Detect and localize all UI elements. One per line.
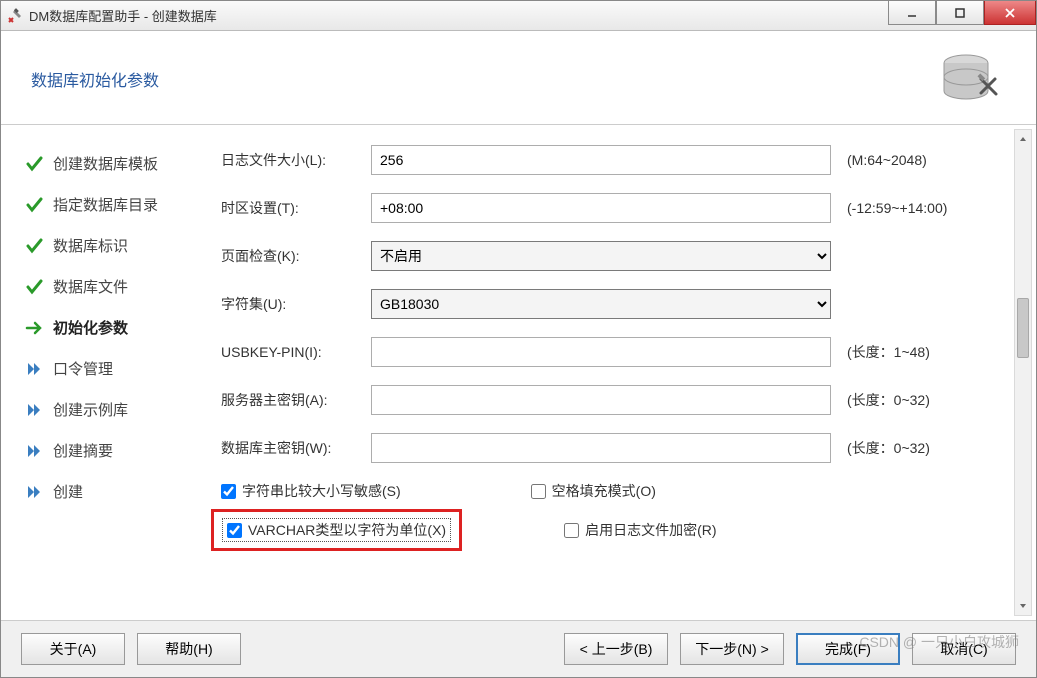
maximize-button[interactable] [936,1,984,25]
forward-icon [25,360,43,378]
forward-icon [25,483,43,501]
check-label: VARCHAR类型以字符为单位(X) [248,520,446,540]
titlebar: DM数据库配置助手 - 创建数据库 [1,1,1036,31]
step-create-template[interactable]: 创建数据库模板 [25,143,201,184]
main-area: 创建数据库模板 指定数据库目录 数据库标识 数据库文件 初始化参数 口令管理 [1,125,1036,621]
input-db-key[interactable] [371,433,831,463]
row-db-key: 数据库主密钥(W): (长度：0~32) [221,433,998,463]
check-icon [25,237,43,255]
step-label: 创建 [53,481,83,502]
row-charset: 字符集(U): GB18030 [221,289,998,319]
cancel-button[interactable]: 取消(C) [912,633,1016,665]
window-title: DM数据库配置助手 - 创建数据库 [29,6,888,25]
step-sample-db[interactable]: 创建示例库 [25,389,201,430]
check-icon [25,278,43,296]
row-log-size: 日志文件大小(L): (M:64~2048) [221,145,998,175]
hint-log-size: (M:64~2048) [847,152,927,168]
step-label: 初始化参数 [53,317,128,338]
label-server-key: 服务器主密钥(A): [221,390,361,410]
wizard-footer: 关于(A) 帮助(H) < 上一步(B) 下一步(N) > 完成(F) 取消(C… [1,621,1036,677]
step-label: 数据库文件 [53,276,128,297]
help-button[interactable]: 帮助(H) [137,633,241,665]
checkbox-row-1: 字符串比较大小写敏感(S) 空格填充模式(O) [221,481,998,501]
select-charset[interactable]: GB18030 [371,289,831,319]
row-timezone: 时区设置(T): (-12:59~+14:00) [221,193,998,223]
page-header: 数据库初始化参数 [1,31,1036,125]
step-label: 口令管理 [53,358,113,379]
vertical-scrollbar[interactable] [1014,129,1032,616]
checkbox-log-encrypt[interactable] [564,523,579,538]
label-timezone: 时区设置(T): [221,198,361,218]
wizard-steps: 创建数据库模板 指定数据库目录 数据库标识 数据库文件 初始化参数 口令管理 [1,125,211,620]
label-charset: 字符集(U): [221,294,361,314]
check-case-sensitive[interactable]: 字符串比较大小写敏感(S) [221,481,401,501]
forward-icon [25,401,43,419]
scroll-down-arrow-icon[interactable] [1015,597,1031,615]
label-log-size: 日志文件大小(L): [221,150,361,170]
row-page-check: 页面检查(K): 不启用 [221,241,998,271]
hint-server-key: (长度：0~32) [847,390,930,410]
label-page-check: 页面检查(K): [221,246,361,266]
row-usbkey: USBKEY-PIN(I): (长度：1~48) [221,337,998,367]
check-varchar-char[interactable]: VARCHAR类型以字符为单位(X) [222,518,451,542]
input-log-size[interactable] [371,145,831,175]
step-label: 指定数据库目录 [53,194,158,215]
step-label: 创建示例库 [53,399,128,420]
content-panel: 日志文件大小(L): (M:64~2048) 时区设置(T): (-12:59~… [211,125,1036,620]
check-icon [25,155,43,173]
check-label: 字符串比较大小写敏感(S) [242,481,401,501]
forward-icon [25,442,43,460]
input-usbkey[interactable] [371,337,831,367]
minimize-button[interactable] [888,1,936,25]
step-db-files[interactable]: 数据库文件 [25,266,201,307]
check-label: 启用日志文件加密(R) [585,520,716,540]
prev-button[interactable]: < 上一步(B) [564,633,668,665]
checkbox-case-sensitive[interactable] [221,484,236,499]
hint-db-key: (长度：0~32) [847,438,930,458]
step-db-identity[interactable]: 数据库标识 [25,225,201,266]
scroll-thumb[interactable] [1017,298,1029,358]
scroll-track[interactable] [1015,148,1031,597]
app-window: DM数据库配置助手 - 创建数据库 数据库初始化参数 创建数据库模板 [0,0,1037,678]
next-button[interactable]: 下一步(N) > [680,633,784,665]
step-summary[interactable]: 创建摘要 [25,430,201,471]
step-label: 创建摘要 [53,440,113,461]
check-label: 空格填充模式(O) [552,481,656,501]
step-label: 数据库标识 [53,235,128,256]
row-server-key: 服务器主密钥(A): (长度：0~32) [221,385,998,415]
checkbox-varchar-char[interactable] [227,523,242,538]
page-title: 数据库初始化参数 [31,67,936,91]
scroll-up-arrow-icon[interactable] [1015,130,1031,148]
select-page-check[interactable]: 不启用 [371,241,831,271]
checkbox-blank-pad[interactable] [531,484,546,499]
about-button[interactable]: 关于(A) [21,633,125,665]
database-icon [936,51,1006,106]
arrow-right-icon [25,319,43,337]
app-icon [7,8,23,24]
step-db-directory[interactable]: 指定数据库目录 [25,184,201,225]
check-icon [25,196,43,214]
hint-timezone: (-12:59~+14:00) [847,200,947,216]
step-init-params[interactable]: 初始化参数 [25,307,201,348]
input-timezone[interactable] [371,193,831,223]
input-server-key[interactable] [371,385,831,415]
step-label: 创建数据库模板 [53,153,158,174]
hint-usbkey: (长度：1~48) [847,342,930,362]
check-blank-pad[interactable]: 空格填充模式(O) [531,481,656,501]
close-button[interactable] [984,1,1036,25]
highlight-varchar-char: VARCHAR类型以字符为单位(X) [211,509,462,551]
finish-button[interactable]: 完成(F) [796,633,900,665]
init-params-form: 日志文件大小(L): (M:64~2048) 时区设置(T): (-12:59~… [211,125,1008,561]
checkbox-row-2: VARCHAR类型以字符为单位(X) 启用日志文件加密(R) [221,509,998,551]
step-create[interactable]: 创建 [25,471,201,512]
label-db-key: 数据库主密钥(W): [221,438,361,458]
step-password[interactable]: 口令管理 [25,348,201,389]
check-log-encrypt[interactable]: 启用日志文件加密(R) [564,509,716,551]
window-controls [888,6,1036,25]
label-usbkey: USBKEY-PIN(I): [221,344,361,360]
